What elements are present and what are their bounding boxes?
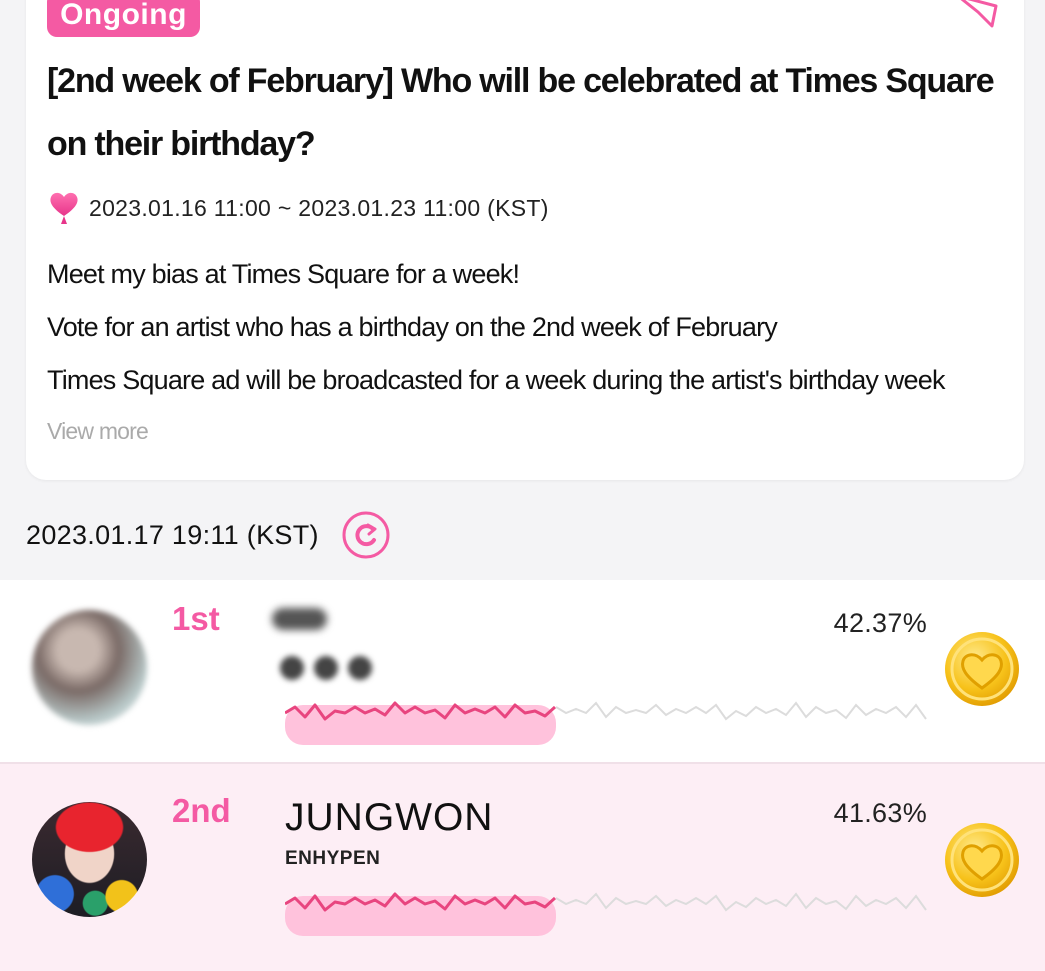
status-badge: Ongoing: [47, 0, 200, 37]
wave-inactive: [555, 892, 927, 912]
vote-percent: 42.37%: [833, 608, 927, 638]
paper-plane-icon[interactable]: [952, 0, 1002, 32]
vote-progress-wave: [285, 701, 927, 745]
rank-label: 1st: [172, 600, 220, 637]
vote-progress-wave: [285, 892, 927, 936]
description-line: Times Square ad will be broadcasted for …: [47, 365, 945, 395]
ranking-header: 2023.01.17 19:11 (KST): [26, 510, 391, 560]
ranking-row: 1st 42.37%: [0, 580, 1045, 764]
ranking-row: 2nd JUNGWON ENHYPEN 41.63%: [0, 764, 1045, 971]
event-description: Meet my bias at Times Square for a week!…: [47, 248, 1017, 407]
ranking-timestamp: 2023.01.17 19:11 (KST): [26, 519, 319, 550]
rank-label: 2nd: [172, 792, 231, 829]
refresh-icon[interactable]: [341, 510, 391, 560]
heart-icon: [50, 192, 78, 224]
avatar: [32, 802, 147, 917]
description-line: Meet my bias at Times Square for a week!: [47, 259, 520, 289]
avatar: [32, 610, 147, 725]
event-title: [2nd week of February] Who will be celeb…: [47, 62, 995, 163]
event-period: 2023.01.16 11:00 ~ 2023.01.23 11:00 (KST…: [47, 188, 549, 228]
period-text: 2023.01.16 11:00 ~ 2023.01.23 11:00 (KST…: [89, 194, 549, 221]
description-line: Vote for an artist who has a birthday on…: [47, 312, 778, 342]
artist-name-blurred: [272, 608, 372, 680]
group-name: ENHYPEN: [285, 848, 381, 869]
heart-vote-icon[interactable]: [943, 630, 1021, 708]
wave-inactive: [555, 701, 927, 721]
vote-percent: 41.63%: [833, 798, 927, 828]
artist-name: JUNGWON: [285, 796, 494, 839]
heart-vote-icon[interactable]: [943, 821, 1021, 899]
view-more-link[interactable]: View more: [47, 418, 149, 445]
